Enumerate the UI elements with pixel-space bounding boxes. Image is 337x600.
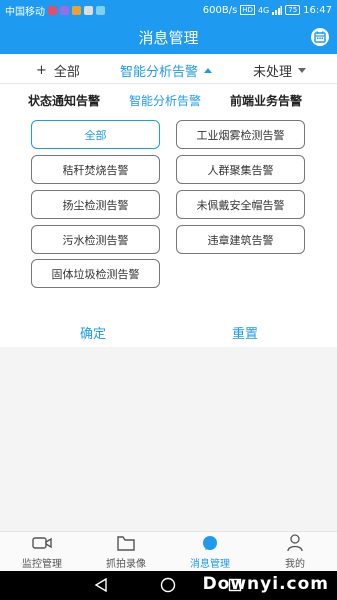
option-illegal-building[interactable]: 违章建筑告警	[176, 225, 305, 254]
filter-bar: + 全部 智能分析告警 未处理	[0, 54, 337, 84]
filter-status-label: 未处理	[253, 65, 293, 80]
option-dust-detection[interactable]: 扬尘检测告警	[31, 190, 160, 219]
bottom-tab-bar: 监控管理 抓拍录像 消息管理 我的	[0, 531, 337, 571]
alarm-category-tabs: 状态通知告警 智能分析告警 前端业务告警	[0, 92, 337, 112]
option-all[interactable]: 全部	[31, 120, 160, 149]
calendar-icon	[314, 31, 326, 43]
filter-alarm-type-dropdown[interactable]: 智能分析告警	[120, 61, 213, 80]
reset-button[interactable]: 重置	[232, 323, 258, 342]
filter-actions: 确定 重置	[0, 320, 337, 344]
tab-smart-analysis-alarm[interactable]: 智能分析告警	[129, 92, 201, 109]
filter-all-label: 全部	[53, 65, 80, 80]
carrier-name: 中国移动	[5, 6, 45, 18]
app-notification-icon	[60, 5, 69, 15]
option-sewage-detection[interactable]: 污水检测告警	[31, 225, 160, 254]
notification-icon	[48, 5, 57, 15]
app-notification-icon	[96, 5, 105, 15]
calendar-button[interactable]	[311, 28, 329, 46]
network-type: 4G	[257, 5, 270, 15]
signal-icon	[272, 5, 283, 15]
battery-icon: 75	[285, 5, 301, 15]
filter-all-dropdown[interactable]: + 全部	[36, 61, 80, 80]
tab-label: 抓拍录像	[106, 559, 146, 570]
qr-code-icon	[84, 5, 93, 15]
option-no-helmet[interactable]: 未佩戴安全帽告警	[176, 190, 305, 219]
home-button[interactable]	[159, 576, 177, 594]
system-navigation-bar: Downyi.com	[0, 571, 337, 600]
filter-status-dropdown[interactable]: 未处理	[253, 61, 307, 80]
page-title: 消息管理	[138, 28, 199, 47]
tab-capture-recording[interactable]: 抓拍录像	[96, 532, 156, 572]
back-button[interactable]	[92, 576, 110, 594]
option-crowd-gathering[interactable]: 人群聚集告警	[176, 155, 305, 184]
tab-label: 我的	[285, 559, 305, 570]
clock: 16:47	[303, 4, 332, 16]
tab-monitor-management[interactable]: 监控管理	[12, 532, 72, 572]
dimmed-content-area[interactable]	[0, 347, 337, 531]
caret-down-icon	[298, 68, 307, 73]
tab-frontend-business-alarm[interactable]: 前端业务告警	[230, 92, 302, 109]
hd-icon: HD	[240, 5, 255, 15]
option-industrial-smoke[interactable]: 工业烟雾检测告警	[176, 120, 305, 149]
app-header: 消息管理	[0, 20, 337, 54]
caret-up-icon	[204, 68, 213, 73]
option-solid-waste[interactable]: 固体垃圾检测告警	[31, 259, 160, 288]
tab-status-alarm[interactable]: 状态通知告警	[28, 92, 100, 109]
user-profile-icon	[285, 533, 305, 553]
message-bubble-icon	[200, 533, 220, 553]
video-camera-icon	[32, 533, 52, 553]
option-straw-burning[interactable]: 秸秆焚烧告警	[31, 155, 160, 184]
filter-alarm-type-label: 智能分析告警	[120, 65, 199, 80]
tab-label: 消息管理	[190, 559, 230, 570]
tab-mine[interactable]: 我的	[265, 532, 325, 572]
folder-icon	[116, 533, 136, 553]
confirm-button[interactable]: 确定	[80, 323, 106, 342]
network-speed: 600B/s	[202, 4, 238, 16]
home-circle-icon	[160, 577, 176, 593]
tab-label: 监控管理	[22, 559, 62, 570]
tab-message-management[interactable]: 消息管理	[180, 532, 240, 572]
back-triangle-icon	[94, 578, 107, 592]
plus-icon: +	[36, 63, 47, 78]
status-bar: 中国移动 600B/s HD 4G 75 16:47	[0, 0, 337, 20]
app-notification-icon	[72, 5, 81, 15]
watermark-text: Downyi.com	[202, 574, 329, 594]
